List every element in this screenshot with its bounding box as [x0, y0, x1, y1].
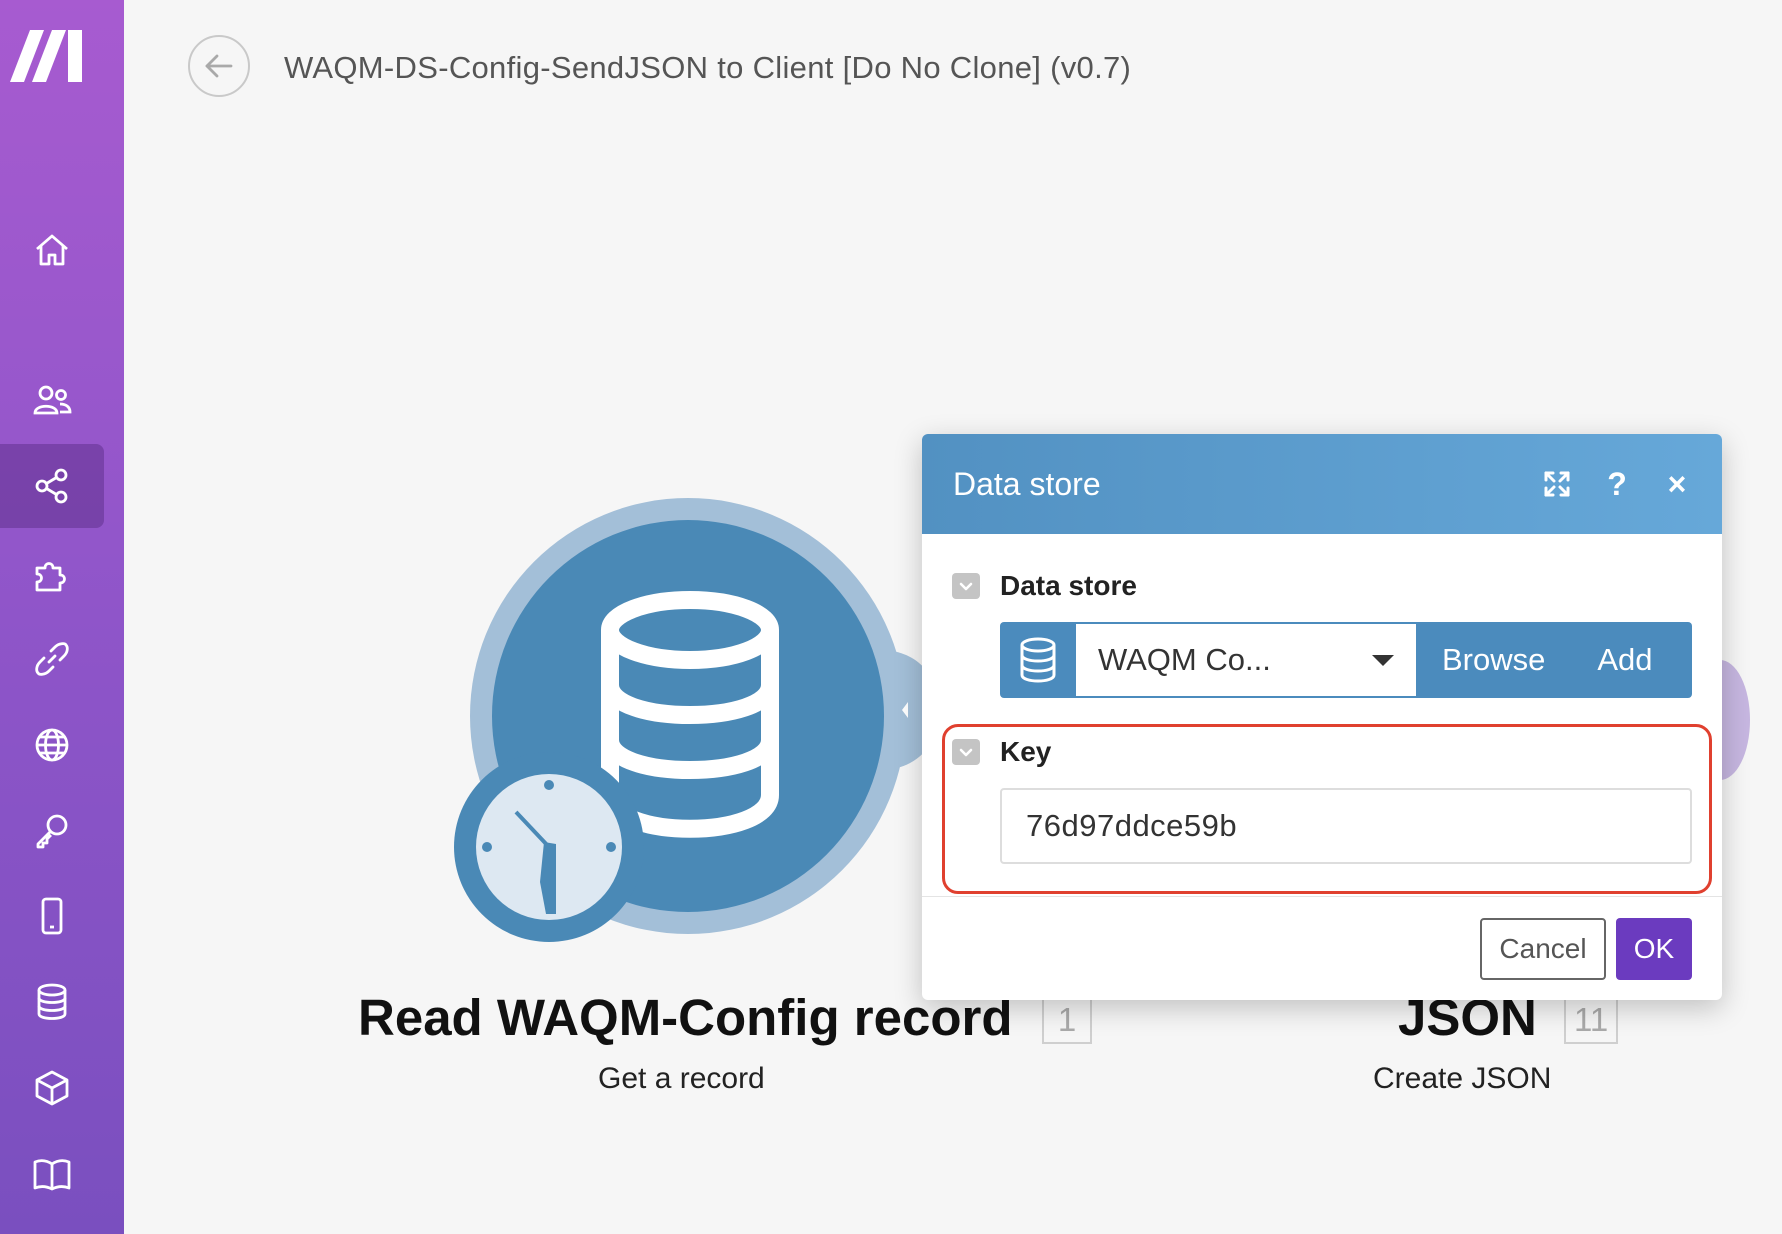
key-input[interactable]: 76d97ddce59b	[1000, 788, 1692, 864]
sidebar-item-data-stores[interactable]	[0, 960, 104, 1044]
sidebar-item-keys[interactable]	[0, 788, 104, 872]
scheduler-clock[interactable]	[454, 752, 644, 942]
database-icon	[37, 983, 67, 1020]
data-store-control: WAQM Co... Browse Add	[1000, 622, 1692, 698]
cancel-button[interactable]: Cancel	[1480, 918, 1606, 980]
data-store-dialog: Data store ? × Data store WAQM Co... Bro…	[922, 434, 1722, 1000]
sidebar-item-devices[interactable]	[0, 874, 104, 958]
clock-face	[476, 774, 622, 920]
expand-button[interactable]	[1530, 457, 1584, 511]
data-store-selected-value: WAQM Co...	[1098, 642, 1271, 677]
book-icon	[33, 1159, 71, 1191]
dialog-title: Data store	[953, 465, 1101, 502]
data-store-field-header: Data store	[952, 570, 1137, 602]
database-icon	[1020, 637, 1056, 683]
cube-icon	[35, 1070, 69, 1106]
sidebar-item-data-structures[interactable]	[0, 1046, 104, 1130]
browse-button[interactable]: Browse	[1416, 622, 1571, 698]
data-store-label: Data store	[1000, 570, 1137, 601]
scenario-title[interactable]: WAQM-DS-Config-SendJSON to Client [Do No…	[284, 50, 1131, 86]
sidebar	[0, 0, 124, 1234]
collapse-toggle[interactable]	[952, 573, 980, 599]
sidebar-item-home[interactable]	[0, 208, 104, 292]
home-icon	[36, 234, 68, 266]
mobile-icon	[41, 897, 63, 935]
module-id-badge: 11	[1564, 996, 1619, 1044]
add-button[interactable]: Add	[1571, 622, 1678, 698]
expand-icon	[1544, 471, 1570, 497]
help-button[interactable]: ?	[1590, 457, 1644, 511]
globe-icon	[35, 728, 69, 762]
key-field-header: Key	[952, 736, 1051, 768]
puzzle-icon	[35, 562, 66, 592]
help-icon: ?	[1607, 465, 1627, 502]
data-store-icon-cell	[1000, 622, 1076, 698]
sidebar-item-team[interactable]	[0, 358, 104, 442]
ok-button[interactable]: OK	[1616, 918, 1692, 980]
team-icon	[33, 385, 72, 415]
module-id-badge: 1	[1042, 996, 1092, 1044]
module-subtitle: Get a record	[598, 1062, 765, 1095]
back-button[interactable]	[188, 35, 250, 97]
sidebar-item-docs[interactable]	[0, 1132, 104, 1216]
key-label: Key	[1000, 736, 1052, 767]
link-icon	[35, 642, 69, 676]
close-icon: ×	[1667, 465, 1687, 502]
sidebar-item-webhooks[interactable]	[0, 703, 104, 787]
collapse-toggle[interactable]	[952, 739, 980, 765]
data-store-select[interactable]: WAQM Co...	[1076, 624, 1416, 696]
sidebar-item-apps[interactable]	[0, 532, 104, 616]
key-icon	[36, 814, 68, 849]
sidebar-item-scenarios[interactable]	[0, 444, 104, 528]
make-logo-icon[interactable]	[10, 30, 84, 82]
dialog-header: Data store ? ×	[922, 434, 1722, 534]
share-nodes-icon	[35, 468, 68, 504]
caret-down-icon	[1372, 654, 1394, 666]
module-title-read-record[interactable]: Read WAQM-Config record	[358, 988, 1013, 1047]
chevron-down-icon	[959, 582, 973, 591]
close-button[interactable]: ×	[1650, 457, 1704, 511]
dialog-divider	[922, 896, 1722, 897]
module-subtitle: Create JSON	[1373, 1062, 1552, 1095]
arrow-left-icon	[205, 54, 233, 78]
sidebar-item-connections[interactable]	[0, 617, 104, 701]
clock-icon	[482, 780, 616, 914]
chevron-down-icon	[959, 748, 973, 757]
